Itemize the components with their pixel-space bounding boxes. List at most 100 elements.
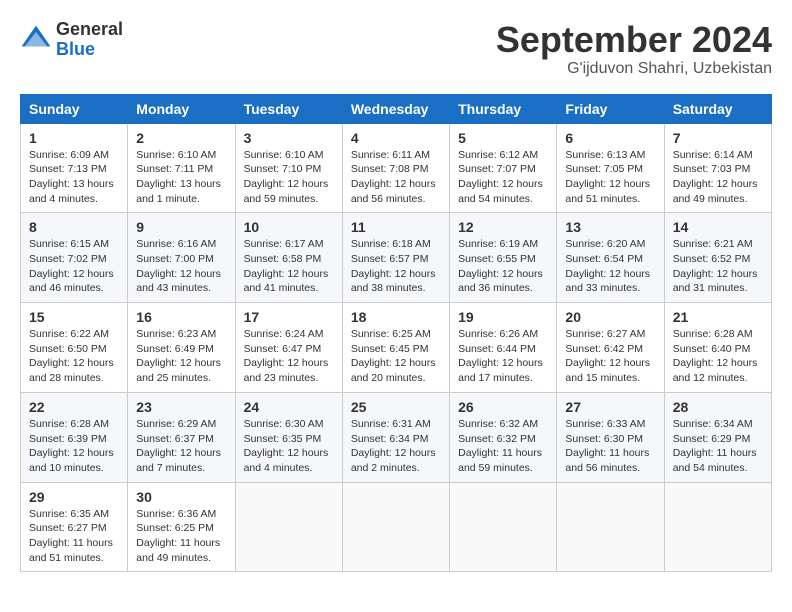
calendar-cell: 28Sunrise: 6:34 AM Sunset: 6:29 PM Dayli… (664, 392, 771, 482)
calendar-cell: 25 Sunrise: 6:31 AM Sunset: 6:34 PM Dayli… (342, 392, 449, 482)
day-number: 22 (29, 399, 119, 415)
day-number: 9 (136, 219, 226, 235)
day-info: Sunrise: 6:11 AM Sunset: 7:08 PM Dayligh… (351, 148, 441, 207)
calendar-cell: 20 Sunrise: 6:27 AM Sunset: 6:42 PM Dayli… (557, 303, 664, 393)
day-number: 6 (565, 130, 655, 146)
day-number: 27 (565, 399, 655, 415)
logo: General Blue (20, 20, 123, 60)
day-number: 20 (565, 309, 655, 325)
calendar-cell: 19 Sunrise: 6:26 AM Sunset: 6:44 PM Dayli… (450, 303, 557, 393)
day-number: 4 (351, 130, 441, 146)
day-info: Sunrise: 6:28 AM Sunset: 6:39 PM Dayligh… (29, 417, 119, 476)
calendar-cell: 30Sunrise: 6:36 AM Sunset: 6:25 PM Dayli… (128, 482, 235, 572)
calendar-cell: 5 Sunrise: 6:12 AM Sunset: 7:07 PM Daylig… (450, 123, 557, 213)
calendar-header-sunday: Sunday (21, 94, 128, 123)
calendar-table: SundayMondayTuesdayWednesdayThursdayFrid… (20, 94, 772, 573)
day-number: 5 (458, 130, 548, 146)
day-info: Sunrise: 6:10 AM Sunset: 7:10 PM Dayligh… (244, 148, 334, 207)
day-number: 11 (351, 219, 441, 235)
day-number: 1 (29, 130, 119, 146)
day-number: 2 (136, 130, 226, 146)
calendar-week-row: 1 Sunrise: 6:09 AM Sunset: 7:13 PM Daylig… (21, 123, 772, 213)
calendar-cell: 9Sunrise: 6:16 AM Sunset: 7:00 PM Daylig… (128, 213, 235, 303)
calendar-cell: 17Sunrise: 6:24 AM Sunset: 6:47 PM Dayli… (235, 303, 342, 393)
calendar-cell: 7 Sunrise: 6:14 AM Sunset: 7:03 PM Daylig… (664, 123, 771, 213)
day-number: 18 (351, 309, 441, 325)
calendar-header-tuesday: Tuesday (235, 94, 342, 123)
calendar-cell: 29Sunrise: 6:35 AM Sunset: 6:27 PM Dayli… (21, 482, 128, 572)
day-number: 24 (244, 399, 334, 415)
calendar-cell: 27 Sunrise: 6:33 AM Sunset: 6:30 PM Dayli… (557, 392, 664, 482)
calendar-cell: 8Sunrise: 6:15 AM Sunset: 7:02 PM Daylig… (21, 213, 128, 303)
day-number: 16 (136, 309, 226, 325)
day-info: Sunrise: 6:25 AM Sunset: 6:45 PM Dayligh… (351, 327, 441, 386)
day-number: 13 (565, 219, 655, 235)
day-number: 19 (458, 309, 548, 325)
logo-icon (20, 24, 52, 56)
calendar-body: 1 Sunrise: 6:09 AM Sunset: 7:13 PM Daylig… (21, 123, 772, 572)
calendar-cell: 16Sunrise: 6:23 AM Sunset: 6:49 PM Dayli… (128, 303, 235, 393)
calendar-cell (557, 482, 664, 572)
day-number: 26 (458, 399, 548, 415)
day-info: Sunrise: 6:30 AM Sunset: 6:35 PM Dayligh… (244, 417, 334, 476)
page-header: General Blue September 2024 G'ijduvon Sh… (20, 20, 772, 78)
calendar-week-row: 22 Sunrise: 6:28 AM Sunset: 6:39 PM Dayli… (21, 392, 772, 482)
day-info: Sunrise: 6:17 AM Sunset: 6:58 PM Dayligh… (244, 237, 334, 296)
calendar-header-wednesday: Wednesday (342, 94, 449, 123)
calendar-cell: 11 Sunrise: 6:18 AM Sunset: 6:57 PM Dayli… (342, 213, 449, 303)
day-number: 28 (673, 399, 763, 415)
location: G'ijduvon Shahri, Uzbekistan (496, 60, 772, 78)
day-info: Sunrise: 6:19 AM Sunset: 6:55 PM Dayligh… (458, 237, 548, 296)
calendar-cell: 15 Sunrise: 6:22 AM Sunset: 6:50 PM Dayli… (21, 303, 128, 393)
calendar-cell: 4 Sunrise: 6:11 AM Sunset: 7:08 PM Daylig… (342, 123, 449, 213)
day-info: Sunrise: 6:22 AM Sunset: 6:50 PM Dayligh… (29, 327, 119, 386)
day-number: 25 (351, 399, 441, 415)
day-info: Sunrise: 6:27 AM Sunset: 6:42 PM Dayligh… (565, 327, 655, 386)
day-info: Sunrise: 6:14 AM Sunset: 7:03 PM Dayligh… (673, 148, 763, 207)
day-number: 10 (244, 219, 334, 235)
calendar-cell: 26 Sunrise: 6:32 AM Sunset: 6:32 PM Dayli… (450, 392, 557, 482)
day-info: Sunrise: 6:32 AM Sunset: 6:32 PM Dayligh… (458, 417, 548, 476)
calendar-header-friday: Friday (557, 94, 664, 123)
title-block: September 2024 G'ijduvon Shahri, Uzbekis… (496, 20, 772, 78)
calendar-header-thursday: Thursday (450, 94, 557, 123)
day-info: Sunrise: 6:35 AM Sunset: 6:27 PM Dayligh… (29, 507, 119, 566)
calendar-cell (235, 482, 342, 572)
calendar-cell: 18 Sunrise: 6:25 AM Sunset: 6:45 PM Dayli… (342, 303, 449, 393)
calendar-cell: 23 Sunrise: 6:29 AM Sunset: 6:37 PM Dayli… (128, 392, 235, 482)
day-info: Sunrise: 6:09 AM Sunset: 7:13 PM Dayligh… (29, 148, 119, 207)
calendar-cell: 21Sunrise: 6:28 AM Sunset: 6:40 PM Dayli… (664, 303, 771, 393)
day-info: Sunrise: 6:24 AM Sunset: 6:47 PM Dayligh… (244, 327, 334, 386)
calendar-cell: 14Sunrise: 6:21 AM Sunset: 6:52 PM Dayli… (664, 213, 771, 303)
day-number: 23 (136, 399, 226, 415)
calendar-header-saturday: Saturday (664, 94, 771, 123)
day-number: 3 (244, 130, 334, 146)
calendar-cell: 1 Sunrise: 6:09 AM Sunset: 7:13 PM Daylig… (21, 123, 128, 213)
day-info: Sunrise: 6:29 AM Sunset: 6:37 PM Dayligh… (136, 417, 226, 476)
day-number: 21 (673, 309, 763, 325)
month-title: September 2024 (496, 20, 772, 60)
day-info: Sunrise: 6:13 AM Sunset: 7:05 PM Dayligh… (565, 148, 655, 207)
day-info: Sunrise: 6:33 AM Sunset: 6:30 PM Dayligh… (565, 417, 655, 476)
day-info: Sunrise: 6:20 AM Sunset: 6:54 PM Dayligh… (565, 237, 655, 296)
calendar-cell: 13 Sunrise: 6:20 AM Sunset: 6:54 PM Dayli… (557, 213, 664, 303)
day-info: Sunrise: 6:10 AM Sunset: 7:11 PM Dayligh… (136, 148, 226, 207)
day-info: Sunrise: 6:31 AM Sunset: 6:34 PM Dayligh… (351, 417, 441, 476)
calendar-cell: 22 Sunrise: 6:28 AM Sunset: 6:39 PM Dayli… (21, 392, 128, 482)
day-info: Sunrise: 6:18 AM Sunset: 6:57 PM Dayligh… (351, 237, 441, 296)
day-number: 7 (673, 130, 763, 146)
day-number: 15 (29, 309, 119, 325)
day-info: Sunrise: 6:12 AM Sunset: 7:07 PM Dayligh… (458, 148, 548, 207)
day-info: Sunrise: 6:15 AM Sunset: 7:02 PM Dayligh… (29, 237, 119, 296)
calendar-cell: 2 Sunrise: 6:10 AM Sunset: 7:11 PM Daylig… (128, 123, 235, 213)
calendar-week-row: 29Sunrise: 6:35 AM Sunset: 6:27 PM Dayli… (21, 482, 772, 572)
day-info: Sunrise: 6:21 AM Sunset: 6:52 PM Dayligh… (673, 237, 763, 296)
calendar-cell (342, 482, 449, 572)
calendar-cell: 12Sunrise: 6:19 AM Sunset: 6:55 PM Dayli… (450, 213, 557, 303)
calendar-header-monday: Monday (128, 94, 235, 123)
day-info: Sunrise: 6:26 AM Sunset: 6:44 PM Dayligh… (458, 327, 548, 386)
calendar-cell (450, 482, 557, 572)
calendar-cell: 6 Sunrise: 6:13 AM Sunset: 7:05 PM Daylig… (557, 123, 664, 213)
calendar-cell: 24 Sunrise: 6:30 AM Sunset: 6:35 PM Dayli… (235, 392, 342, 482)
calendar-cell: 10 Sunrise: 6:17 AM Sunset: 6:58 PM Dayli… (235, 213, 342, 303)
